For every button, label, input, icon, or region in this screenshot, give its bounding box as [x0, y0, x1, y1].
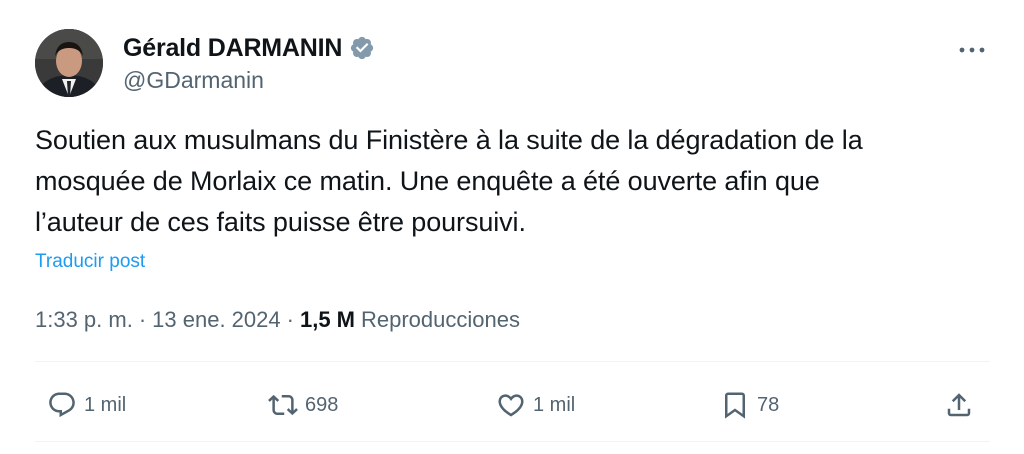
bookmark-count: 78	[757, 393, 780, 416]
reply-button[interactable]: 1 mil	[47, 382, 126, 428]
share-icon	[947, 393, 971, 417]
retweet-count: 698	[305, 393, 339, 416]
views-label: Reproducciones	[361, 307, 520, 332]
author-display-name[interactable]: Gérald DARMANIN	[123, 34, 342, 63]
tweet-time[interactable]: 1:33 p. m.	[35, 307, 133, 333]
author-avatar[interactable]	[35, 29, 103, 97]
retweet-button[interactable]: 698	[268, 382, 338, 428]
share-button[interactable]	[944, 382, 974, 428]
tweet-text-line: mosquée de Morlaix ce matin. Une enquête…	[35, 166, 820, 196]
views-count[interactable]: 1,5 M	[300, 307, 355, 333]
tweet-date[interactable]: 13 ene. 2024	[152, 307, 280, 333]
reply-count: 1 mil	[84, 393, 127, 416]
tweet-card: Gérald DARMANIN @GDarmanin Soutien aux m…	[0, 0, 1024, 454]
avatar-photo	[35, 29, 103, 97]
bookmark-icon	[725, 392, 745, 419]
like-button[interactable]: 1 mil	[496, 382, 575, 428]
divider	[35, 361, 990, 362]
heart-icon	[498, 394, 524, 417]
translate-post-link[interactable]: Traducir post	[35, 251, 145, 273]
tweet-actions-bar: 1 mil 698 1 mil 78	[0, 382, 1024, 428]
tweet-text-line: l’auteur de ces faits puisse être poursu…	[35, 207, 526, 237]
tweet-meta: 1:33 p. m. · 13 ene. 2024 · 1,5 M Reprod…	[35, 307, 520, 333]
tweet-text-line: Soutien aux musulmans du Finistère à la …	[35, 125, 863, 155]
reply-icon	[49, 392, 75, 418]
like-count: 1 mil	[533, 393, 576, 416]
more-dots-icon	[959, 47, 985, 53]
meta-separator: ·	[286, 307, 294, 332]
retweet-icon	[268, 394, 298, 416]
author-handle[interactable]: @GDarmanin	[123, 67, 264, 94]
author-name-row: Gérald DARMANIN	[123, 31, 375, 65]
verified-badge-icon[interactable]	[349, 35, 375, 61]
tweet-text: Soutien aux musulmans du Finistère à la …	[35, 120, 985, 243]
meta-separator: ·	[138, 307, 147, 332]
bookmark-button[interactable]: 78	[720, 382, 779, 428]
divider	[35, 441, 990, 442]
more-options-button[interactable]	[956, 40, 988, 60]
